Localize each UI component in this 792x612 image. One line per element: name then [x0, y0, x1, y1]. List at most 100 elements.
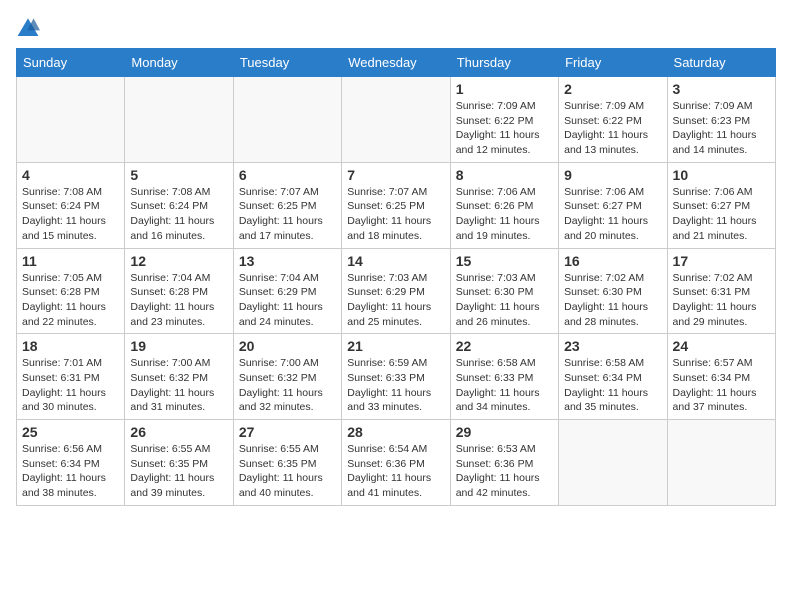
day-info: Sunrise: 7:00 AM Sunset: 6:32 PM Dayligh…	[239, 356, 336, 415]
weekday-header-monday: Monday	[125, 49, 233, 77]
calendar-cell: 26Sunrise: 6:55 AM Sunset: 6:35 PM Dayli…	[125, 420, 233, 506]
calendar-cell: 29 Sunrise: 6:53 AM Sunset: 6:36 PM Dayli…	[450, 420, 558, 506]
weekday-header-friday: Friday	[559, 49, 667, 77]
day-info: Sunrise: 7:03 AM Sunset: 6:30 PM Dayligh…	[456, 271, 553, 330]
day-info: Sunrise: 7:02 AM Sunset: 6:30 PM Dayligh…	[564, 271, 661, 330]
day-info: Sunrise: 7:09 AM Sunset: 6:22 PM Dayligh…	[456, 99, 553, 158]
day-number: 9	[564, 167, 661, 183]
calendar-table: SundayMondayTuesdayWednesdayThursdayFrid…	[16, 48, 776, 506]
day-number: 16	[564, 253, 661, 269]
day-number: 12	[130, 253, 227, 269]
day-number: 22	[456, 338, 553, 354]
calendar-cell: 13Sunrise: 7:04 AM Sunset: 6:29 PM Dayli…	[233, 248, 341, 334]
day-number: 5	[130, 167, 227, 183]
day-number: 8	[456, 167, 553, 183]
calendar-cell: 6 Sunrise: 7:07 AM Sunset: 6:25 PM Daylig…	[233, 162, 341, 248]
day-number: 24	[673, 338, 770, 354]
day-number: 10	[673, 167, 770, 183]
day-info: Sunrise: 6:57 AM Sunset: 6:34 PM Dayligh…	[673, 356, 770, 415]
day-info: Sunrise: 6:56 AM Sunset: 6:34 PM Dayligh…	[22, 442, 119, 501]
calendar-cell: 21 Sunrise: 6:59 AM Sunset: 6:33 PM Dayli…	[342, 334, 450, 420]
calendar-cell	[342, 77, 450, 163]
day-info: Sunrise: 7:06 AM Sunset: 6:26 PM Dayligh…	[456, 185, 553, 244]
day-number: 1	[456, 81, 553, 97]
day-number: 3	[673, 81, 770, 97]
calendar-cell	[233, 77, 341, 163]
calendar-cell	[17, 77, 125, 163]
day-info: Sunrise: 7:00 AM Sunset: 6:32 PM Dayligh…	[130, 356, 227, 415]
day-number: 20	[239, 338, 336, 354]
day-info: Sunrise: 6:55 AM Sunset: 6:35 PM Dayligh…	[130, 442, 227, 501]
day-info: Sunrise: 7:07 AM Sunset: 6:25 PM Dayligh…	[347, 185, 444, 244]
calendar-cell: 25 Sunrise: 6:56 AM Sunset: 6:34 PM Dayli…	[17, 420, 125, 506]
day-info: Sunrise: 6:58 AM Sunset: 6:33 PM Dayligh…	[456, 356, 553, 415]
day-info: Sunrise: 7:07 AM Sunset: 6:25 PM Dayligh…	[239, 185, 336, 244]
calendar-cell	[125, 77, 233, 163]
day-info: Sunrise: 6:58 AM Sunset: 6:34 PM Dayligh…	[564, 356, 661, 415]
calendar-week-3: 18 Sunrise: 7:01 AM Sunset: 6:31 PM Dayli…	[17, 334, 776, 420]
day-info: Sunrise: 7:04 AM Sunset: 6:28 PM Dayligh…	[130, 271, 227, 330]
day-number: 25	[22, 424, 119, 440]
calendar-cell: 4 Sunrise: 7:08 AM Sunset: 6:24 PM Daylig…	[17, 162, 125, 248]
calendar-cell: 5 Sunrise: 7:08 AM Sunset: 6:24 PM Daylig…	[125, 162, 233, 248]
day-info: Sunrise: 7:08 AM Sunset: 6:24 PM Dayligh…	[130, 185, 227, 244]
day-info: Sunrise: 7:04 AM Sunset: 6:29 PM Dayligh…	[239, 271, 336, 330]
calendar-cell: 16 Sunrise: 7:02 AM Sunset: 6:30 PM Dayli…	[559, 248, 667, 334]
calendar-cell: 11 Sunrise: 7:05 AM Sunset: 6:28 PM Dayli…	[17, 248, 125, 334]
calendar-week-1: 4 Sunrise: 7:08 AM Sunset: 6:24 PM Daylig…	[17, 162, 776, 248]
day-info: Sunrise: 7:08 AM Sunset: 6:24 PM Dayligh…	[22, 185, 119, 244]
weekday-header-saturday: Saturday	[667, 49, 775, 77]
day-number: 18	[22, 338, 119, 354]
calendar-cell: 14 Sunrise: 7:03 AM Sunset: 6:29 PM Dayli…	[342, 248, 450, 334]
calendar-cell: 1 Sunrise: 7:09 AM Sunset: 6:22 PM Daylig…	[450, 77, 558, 163]
day-number: 6	[239, 167, 336, 183]
calendar-cell: 7 Sunrise: 7:07 AM Sunset: 6:25 PM Daylig…	[342, 162, 450, 248]
calendar-cell: 9 Sunrise: 7:06 AM Sunset: 6:27 PM Daylig…	[559, 162, 667, 248]
weekday-header-thursday: Thursday	[450, 49, 558, 77]
calendar-cell: 10Sunrise: 7:06 AM Sunset: 6:27 PM Dayli…	[667, 162, 775, 248]
day-info: Sunrise: 6:55 AM Sunset: 6:35 PM Dayligh…	[239, 442, 336, 501]
day-number: 2	[564, 81, 661, 97]
day-number: 11	[22, 253, 119, 269]
day-number: 4	[22, 167, 119, 183]
day-info: Sunrise: 7:05 AM Sunset: 6:28 PM Dayligh…	[22, 271, 119, 330]
day-info: Sunrise: 7:09 AM Sunset: 6:22 PM Dayligh…	[564, 99, 661, 158]
calendar-cell: 27 Sunrise: 6:55 AM Sunset: 6:35 PM Dayli…	[233, 420, 341, 506]
calendar-cell: 23 Sunrise: 6:58 AM Sunset: 6:34 PM Dayli…	[559, 334, 667, 420]
day-info: Sunrise: 7:03 AM Sunset: 6:29 PM Dayligh…	[347, 271, 444, 330]
weekday-header-row: SundayMondayTuesdayWednesdayThursdayFrid…	[17, 49, 776, 77]
calendar-week-4: 25 Sunrise: 6:56 AM Sunset: 6:34 PM Dayli…	[17, 420, 776, 506]
page-header	[16, 16, 776, 40]
day-number: 29	[456, 424, 553, 440]
calendar-week-2: 11 Sunrise: 7:05 AM Sunset: 6:28 PM Dayli…	[17, 248, 776, 334]
calendar-cell: 2 Sunrise: 7:09 AM Sunset: 6:22 PM Daylig…	[559, 77, 667, 163]
day-info: Sunrise: 7:02 AM Sunset: 6:31 PM Dayligh…	[673, 271, 770, 330]
day-info: Sunrise: 6:54 AM Sunset: 6:36 PM Dayligh…	[347, 442, 444, 501]
logo	[16, 16, 44, 40]
day-info: Sunrise: 6:53 AM Sunset: 6:36 PM Dayligh…	[456, 442, 553, 501]
calendar-cell: 18 Sunrise: 7:01 AM Sunset: 6:31 PM Dayli…	[17, 334, 125, 420]
logo-icon	[16, 16, 40, 40]
day-info: Sunrise: 7:09 AM Sunset: 6:23 PM Dayligh…	[673, 99, 770, 158]
day-info: Sunrise: 6:59 AM Sunset: 6:33 PM Dayligh…	[347, 356, 444, 415]
calendar-cell: 8 Sunrise: 7:06 AM Sunset: 6:26 PM Daylig…	[450, 162, 558, 248]
calendar-cell	[559, 420, 667, 506]
calendar-cell: 22 Sunrise: 6:58 AM Sunset: 6:33 PM Dayli…	[450, 334, 558, 420]
day-info: Sunrise: 7:06 AM Sunset: 6:27 PM Dayligh…	[564, 185, 661, 244]
day-number: 14	[347, 253, 444, 269]
weekday-header-sunday: Sunday	[17, 49, 125, 77]
calendar-cell: 24 Sunrise: 6:57 AM Sunset: 6:34 PM Dayli…	[667, 334, 775, 420]
calendar-cell: 20 Sunrise: 7:00 AM Sunset: 6:32 PM Dayli…	[233, 334, 341, 420]
day-number: 23	[564, 338, 661, 354]
day-number: 17	[673, 253, 770, 269]
weekday-header-tuesday: Tuesday	[233, 49, 341, 77]
calendar-week-0: 1 Sunrise: 7:09 AM Sunset: 6:22 PM Daylig…	[17, 77, 776, 163]
day-number: 15	[456, 253, 553, 269]
calendar-cell: 17 Sunrise: 7:02 AM Sunset: 6:31 PM Dayli…	[667, 248, 775, 334]
day-info: Sunrise: 7:01 AM Sunset: 6:31 PM Dayligh…	[22, 356, 119, 415]
day-number: 27	[239, 424, 336, 440]
day-number: 7	[347, 167, 444, 183]
weekday-header-wednesday: Wednesday	[342, 49, 450, 77]
day-number: 21	[347, 338, 444, 354]
calendar-cell: 12 Sunrise: 7:04 AM Sunset: 6:28 PM Dayli…	[125, 248, 233, 334]
